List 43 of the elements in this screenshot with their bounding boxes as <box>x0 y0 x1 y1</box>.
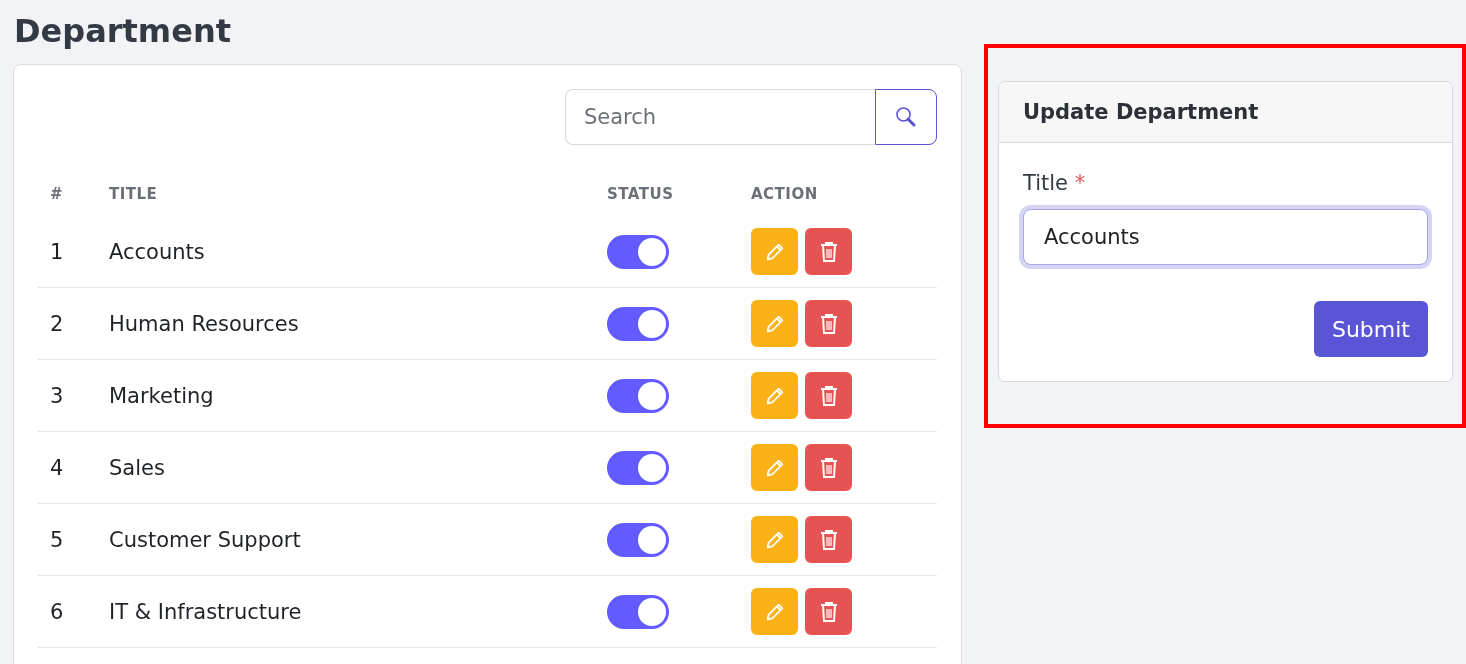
row-number: 5 <box>49 527 65 552</box>
search-button[interactable] <box>875 89 937 145</box>
status-toggle[interactable] <box>607 306 669 341</box>
trash-icon <box>818 456 839 479</box>
column-header: # <box>49 185 65 203</box>
page-title: Department <box>13 11 232 52</box>
status-toggle[interactable] <box>607 450 669 485</box>
department-title: Accounts <box>109 239 206 264</box>
department-title: Human Resources <box>109 311 300 336</box>
trash-icon <box>818 384 839 407</box>
delete-button[interactable] <box>805 588 852 635</box>
department-title: Customer Support <box>109 527 302 552</box>
trash-icon <box>818 600 839 623</box>
trash-icon <box>818 240 839 263</box>
row-number: 1 <box>49 239 65 264</box>
department-title: Sales <box>109 455 166 480</box>
delete-button[interactable] <box>805 372 852 419</box>
status-toggle[interactable] <box>607 522 669 557</box>
field-label: Title <box>1023 171 1068 195</box>
row-number: 6 <box>49 599 65 624</box>
title-input[interactable]: Accounts <box>1023 209 1428 265</box>
search-icon <box>894 105 918 129</box>
column-header: TITLE <box>109 185 159 203</box>
search-field[interactable]: Search <box>565 89 875 145</box>
delete-button[interactable] <box>805 516 852 563</box>
delete-button[interactable] <box>805 300 852 347</box>
row-number: 2 <box>49 311 65 336</box>
column-header: ACTION <box>751 185 819 203</box>
submit-button[interactable]: Submit <box>1313 301 1428 357</box>
department-title: Marketing <box>109 383 215 408</box>
required-mark: * <box>1074 171 1086 195</box>
column-header: STATUS <box>607 185 675 203</box>
status-toggle[interactable] <box>607 234 669 269</box>
trash-icon <box>818 312 839 335</box>
form-title: Update Department <box>1023 100 1259 124</box>
row-number: 3 <box>49 383 65 408</box>
status-toggle[interactable] <box>607 378 669 413</box>
row-number: 4 <box>49 455 65 480</box>
trash-icon <box>818 528 839 551</box>
delete-button[interactable] <box>805 228 852 275</box>
department-title: IT & Infrastructure <box>109 599 303 624</box>
delete-button[interactable] <box>805 444 852 491</box>
status-toggle[interactable] <box>607 594 669 629</box>
